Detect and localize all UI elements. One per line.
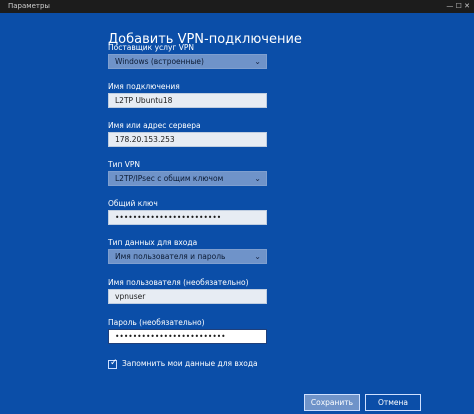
provider-label: Поставщик услуг VPN xyxy=(108,43,194,52)
username-label: Имя пользователя (необязательно) xyxy=(108,278,249,287)
vpn-dialog-panel: Добавить VPN-подключение Поставщик услуг… xyxy=(0,13,474,414)
shared-key-value: •••••••••••••••••••••••• xyxy=(115,213,222,222)
shared-key-label: Общий ключ xyxy=(108,199,158,208)
cancel-button[interactable]: Отмена xyxy=(365,394,421,411)
remember-checkbox[interactable]: ✓ xyxy=(108,358,118,369)
connection-name-value: L2TP Ubuntu18 xyxy=(115,96,173,105)
username-value: vpnuser xyxy=(115,292,146,301)
chevron-down-icon: ⌄ xyxy=(254,174,261,183)
server-address-input[interactable]: 178.20.153.253 xyxy=(108,132,267,147)
provider-value: Windows (встроенные) xyxy=(115,57,204,66)
signin-type-value: Имя пользователя и пароль xyxy=(115,252,226,261)
connection-name-label: Имя подключения xyxy=(108,82,180,91)
signin-type-label: Тип данных для входа xyxy=(108,238,198,247)
vpn-type-label: Тип VPN xyxy=(108,160,141,169)
server-label: Имя или адрес сервера xyxy=(108,121,201,130)
password-value: ••••••••••••••••••••••••• xyxy=(115,332,226,341)
signin-type-select[interactable]: Имя пользователя и пароль ⌄ xyxy=(108,249,267,264)
provider-select[interactable]: Windows (встроенные) ⌄ xyxy=(108,54,267,69)
shared-key-input[interactable]: •••••••••••••••••••••••• xyxy=(108,210,267,225)
username-input[interactable]: vpnuser xyxy=(108,289,267,304)
vpn-type-value: L2TP/IPsec с общим ключом xyxy=(115,174,224,183)
check-icon: ✓ xyxy=(110,358,118,368)
window-controls[interactable]: — ☐ ✕ xyxy=(446,0,470,13)
remember-label: Запомнить мои данные для входа xyxy=(122,359,258,368)
chevron-down-icon: ⌄ xyxy=(254,57,261,66)
password-label: Пароль (необязательно) xyxy=(108,318,205,327)
server-address-value: 178.20.153.253 xyxy=(115,135,175,144)
vpn-type-select[interactable]: L2TP/IPsec с общим ключом ⌄ xyxy=(108,171,267,186)
password-input[interactable]: ••••••••••••••••••••••••• xyxy=(108,329,267,344)
chevron-down-icon: ⌄ xyxy=(254,252,261,261)
window-title: Параметры xyxy=(8,2,50,10)
connection-name-input[interactable]: L2TP Ubuntu18 xyxy=(108,93,267,108)
save-button[interactable]: Сохранить xyxy=(304,394,360,411)
window-titlebar: Параметры — ☐ ✕ xyxy=(0,0,474,13)
